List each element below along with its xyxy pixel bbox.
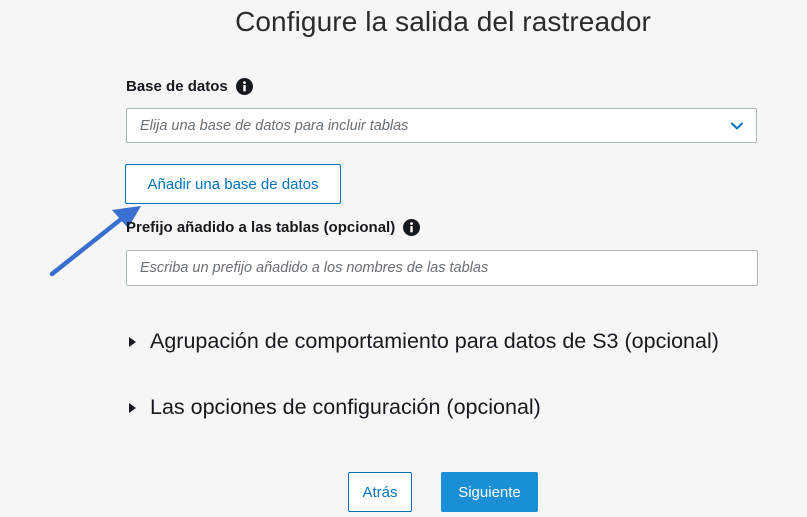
page-title: Configure la salida del rastreador <box>235 6 651 37</box>
prefix-label-text: Prefijo añadido a las tablas (opcional) <box>126 219 396 236</box>
database-label: Base de datos <box>126 78 253 95</box>
database-select-placeholder: Elija una base de datos para incluir tab… <box>140 117 409 134</box>
s3-grouping-label: Agrupación de comportamiento para datos … <box>150 329 719 353</box>
back-button[interactable]: Atrás <box>348 472 412 512</box>
add-database-button[interactable]: Añadir una base de datos <box>125 164 341 204</box>
s3-grouping-expander[interactable]: Agrupación de comportamiento para datos … <box>128 329 719 354</box>
info-icon[interactable] <box>403 219 421 236</box>
database-label-text: Base de datos <box>126 78 228 95</box>
chevron-down-icon <box>730 119 744 133</box>
prefix-label: Prefijo añadido a las tablas (opcional) <box>126 219 421 236</box>
caret-right-icon <box>128 402 137 414</box>
configuration-options-label: Las opciones de configuración (opcional) <box>150 395 541 419</box>
caret-right-icon <box>128 336 137 348</box>
table-prefix-input[interactable]: Escriba un prefijo añadido a los nombres… <box>126 250 758 286</box>
configuration-options-expander[interactable]: Las opciones de configuración (opcional) <box>128 395 541 420</box>
info-icon[interactable] <box>235 78 253 95</box>
table-prefix-placeholder: Escriba un prefijo añadido a los nombres… <box>140 260 489 276</box>
database-select[interactable]: Elija una base de datos para incluir tab… <box>126 108 757 143</box>
next-button[interactable]: Siguiente <box>441 472 538 512</box>
